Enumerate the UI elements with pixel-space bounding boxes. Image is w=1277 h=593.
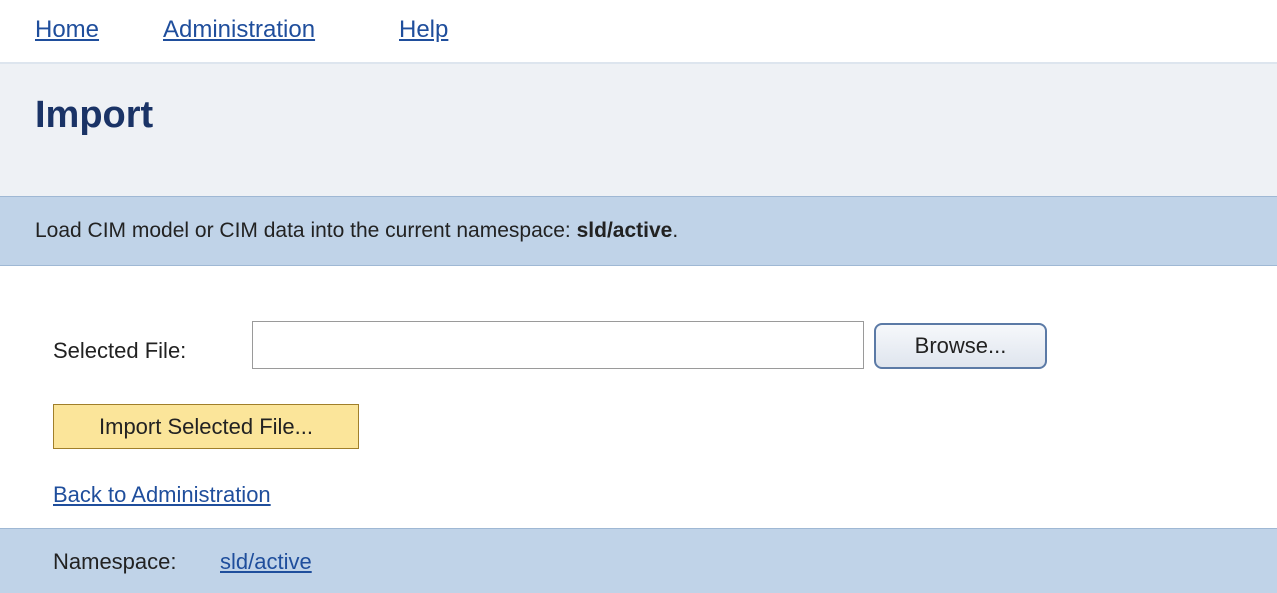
- import-form: Selected File: Browse... Import Selected…: [35, 266, 1277, 528]
- selected-file-label: Selected File:: [53, 338, 187, 363]
- info-bar: Load CIM model or CIM data into the curr…: [0, 196, 1277, 266]
- page-title: Import: [35, 94, 154, 136]
- page-header: Import: [0, 64, 1277, 196]
- info-message: Load CIM model or CIM data into the curr…: [35, 219, 678, 243]
- browse-button[interactable]: Browse...: [874, 323, 1047, 369]
- info-message-suffix: .: [672, 219, 679, 242]
- nav-help-link[interactable]: Help: [399, 16, 448, 44]
- nav-home-link[interactable]: Home: [35, 16, 99, 44]
- footer-bar: Namespace: sld/active: [0, 528, 1277, 593]
- info-namespace: sld/active: [576, 219, 673, 242]
- selected-file-input[interactable]: [252, 321, 864, 369]
- back-to-administration-link[interactable]: Back to Administration: [53, 482, 271, 508]
- import-selected-file-button[interactable]: Import Selected File...: [53, 404, 359, 449]
- top-navigation: Home Administration Help: [0, 0, 1277, 64]
- footer-namespace-link[interactable]: sld/active: [220, 549, 312, 575]
- info-message-text: Load CIM model or CIM data into the curr…: [35, 219, 577, 242]
- nav-administration-link[interactable]: Administration: [163, 16, 315, 44]
- footer-namespace-label: Namespace:: [53, 549, 177, 574]
